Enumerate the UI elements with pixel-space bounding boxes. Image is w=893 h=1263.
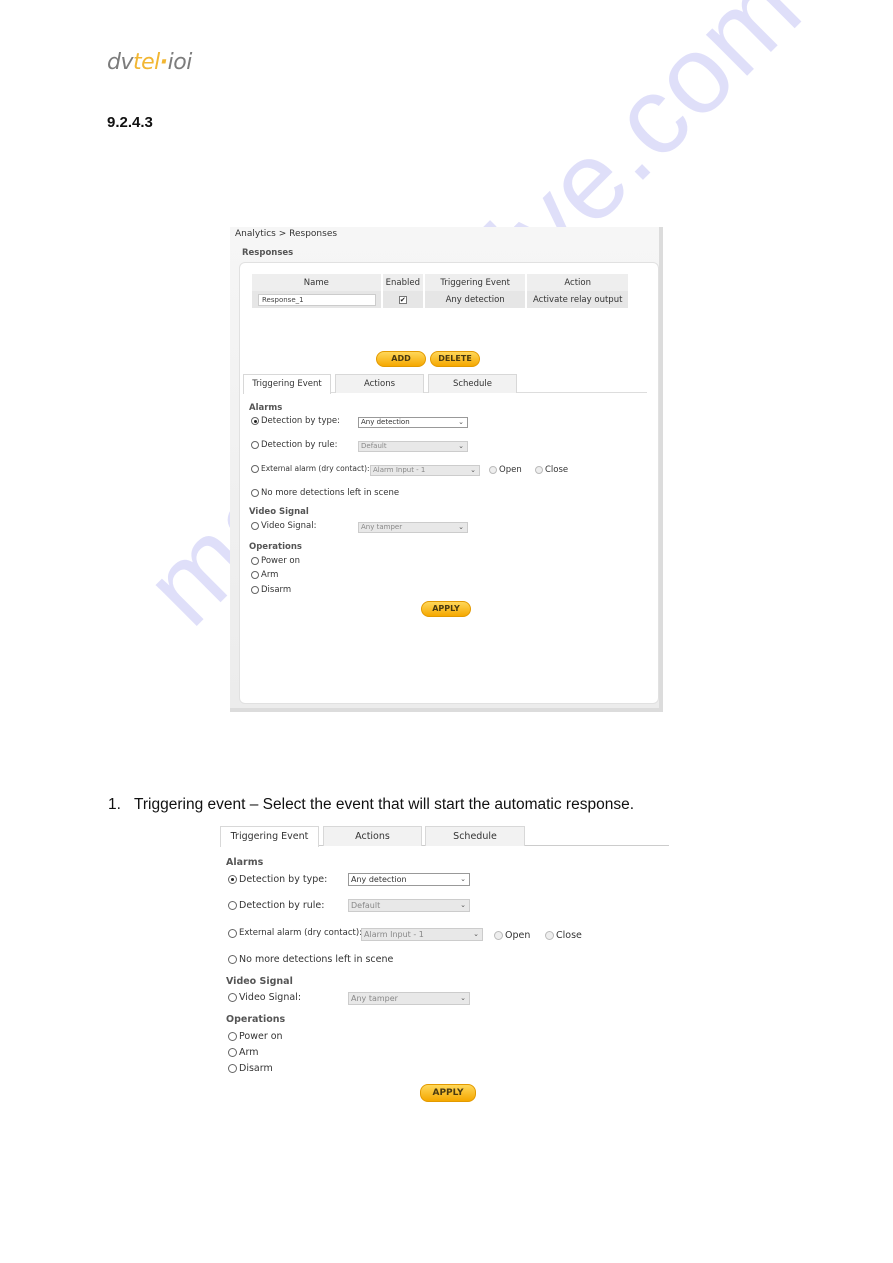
power-on-label: Power on [239, 1031, 283, 1042]
detection-rule-select[interactable]: Default ⌄ [358, 441, 468, 452]
tab-schedule[interactable]: Schedule [428, 374, 517, 393]
no-more-detections-radio[interactable] [251, 489, 259, 497]
step-caption: 1. Triggering event – Select the event th… [108, 796, 634, 814]
external-alarm-radio[interactable] [251, 464, 259, 473]
response-name-input[interactable]: Response_1 [258, 293, 376, 306]
enabled-checkbox[interactable]: ✔ [398, 295, 407, 304]
detection-by-type-radio[interactable] [228, 875, 237, 884]
column-header-action: Action [527, 274, 628, 291]
detection-by-rule-label: Detection by rule: [239, 900, 325, 911]
video-signal-heading: Video Signal [249, 507, 309, 517]
open-label: Open [499, 465, 522, 475]
chevron-down-icon: ⌄ [460, 901, 466, 909]
detection-type-select[interactable]: Any detection ⌄ [358, 417, 468, 428]
tab-triggering-event[interactable]: Triggering Event [220, 826, 319, 847]
step-text: Triggering event – Select the event that… [134, 796, 634, 813]
apply-button[interactable]: APPLY [421, 601, 471, 617]
apply-button[interactable]: APPLY [420, 1084, 476, 1102]
external-alarm-label: External alarm (dry contact): [261, 464, 370, 473]
video-signal-label: Video Signal: [239, 992, 302, 1003]
chevron-down-icon: ⌄ [460, 994, 466, 1002]
chevron-down-icon: ⌄ [470, 466, 476, 474]
triggering-event-screenshot: Triggering Event Actions Schedule Alarms… [220, 826, 670, 1108]
chevron-down-icon: ⌄ [458, 418, 464, 426]
action-cell: Activate relay output [527, 291, 628, 308]
arm-radio[interactable] [251, 571, 259, 579]
operations-heading: Operations [226, 1014, 286, 1025]
add-button[interactable]: ADD [376, 351, 426, 367]
step-number: 1. [108, 796, 121, 813]
disarm-radio[interactable] [251, 586, 259, 594]
chevron-down-icon: ⌄ [458, 523, 464, 531]
detection-by-rule-radio[interactable] [251, 441, 259, 449]
chevron-down-icon: ⌄ [473, 930, 479, 938]
alarms-heading: Alarms [249, 403, 283, 413]
detection-by-rule-label: Detection by rule: [261, 440, 338, 450]
column-header-enabled: Enabled [382, 274, 423, 291]
tab-actions[interactable]: Actions [335, 374, 424, 393]
responses-panel: Name Enabled Triggering Event Action Res… [239, 262, 659, 704]
operations-heading: Operations [249, 542, 302, 552]
close-label: Close [545, 465, 569, 475]
video-signal-select[interactable]: Any tamper ⌄ [348, 992, 470, 1005]
tab-triggering-event[interactable]: Triggering Event [243, 374, 331, 394]
delete-button[interactable]: DELETE [430, 351, 480, 367]
no-more-detections-label: No more detections left in scene [239, 954, 394, 965]
video-signal-label: Video Signal: [261, 521, 317, 531]
section-number: 9.2.4.3 [107, 114, 153, 131]
alarm-input-select[interactable]: Alarm Input - 1 ⌄ [370, 465, 480, 476]
external-alarm-label: External alarm (dry contact): [239, 928, 363, 938]
detection-type-select[interactable]: Any detection ⌄ [348, 873, 470, 886]
no-more-detections-radio[interactable] [228, 955, 237, 964]
power-on-radio[interactable] [228, 1032, 237, 1041]
video-signal-radio[interactable] [228, 993, 237, 1002]
arm-radio[interactable] [228, 1048, 237, 1057]
close-radio[interactable] [545, 931, 554, 940]
column-header-name: Name [252, 274, 381, 291]
table-row[interactable]: Response_1 ✔ Any detection Activate rela… [252, 291, 628, 308]
video-signal-select[interactable]: Any tamper ⌄ [358, 522, 468, 533]
disarm-radio[interactable] [228, 1064, 237, 1073]
chevron-down-icon: ⌄ [460, 875, 466, 883]
detection-by-type-label: Detection by type: [261, 416, 340, 426]
tab-schedule[interactable]: Schedule [425, 826, 525, 846]
disarm-label: Disarm [239, 1063, 273, 1074]
alarm-input-select[interactable]: Alarm Input - 1 ⌄ [361, 928, 483, 941]
open-label: Open [505, 930, 531, 941]
detection-by-rule-radio[interactable] [228, 901, 237, 910]
triggering-event-cell: Any detection [424, 291, 526, 308]
responses-screenshot: Analytics > Responses Responses Name Ena… [230, 227, 663, 712]
tab-actions[interactable]: Actions [323, 826, 422, 846]
detection-by-type-label: Detection by type: [239, 874, 328, 885]
arm-label: Arm [239, 1047, 259, 1058]
tab-bar: Triggering Event Actions Schedule [243, 374, 647, 394]
open-radio[interactable] [489, 466, 497, 474]
responses-table: Name Enabled Triggering Event Action Res… [250, 274, 630, 308]
open-radio[interactable] [494, 931, 503, 940]
tab-bar: Triggering Event Actions Schedule [220, 826, 669, 847]
arm-label: Arm [261, 570, 279, 580]
video-signal-heading: Video Signal [226, 976, 293, 987]
panel-title: Responses [242, 248, 294, 258]
external-alarm-radio[interactable] [228, 928, 237, 938]
power-on-radio[interactable] [251, 557, 259, 565]
close-radio[interactable] [535, 466, 543, 474]
video-signal-radio[interactable] [251, 522, 259, 530]
chevron-down-icon: ⌄ [458, 442, 464, 450]
power-on-label: Power on [261, 556, 300, 566]
column-header-triggering-event: Triggering Event [424, 274, 526, 291]
detection-rule-select[interactable]: Default ⌄ [348, 899, 470, 912]
close-label: Close [556, 930, 582, 941]
alarms-heading: Alarms [226, 857, 264, 868]
disarm-label: Disarm [261, 585, 292, 595]
dvtel-ioi-logo: dvtel·ioi [107, 50, 192, 75]
no-more-detections-label: No more detections left in scene [261, 488, 400, 498]
detection-by-type-radio[interactable] [251, 417, 259, 425]
breadcrumb: Analytics > Responses [235, 229, 338, 239]
